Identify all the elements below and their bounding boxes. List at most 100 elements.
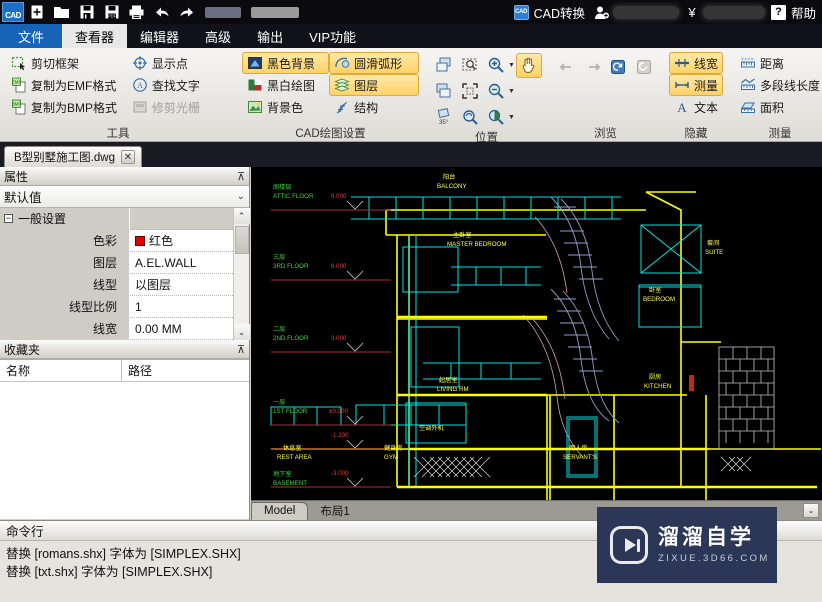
property-row-color[interactable]: 色彩 红色: [0, 229, 233, 252]
help-label[interactable]: 帮助: [791, 3, 816, 22]
scrollbar-thumb[interactable]: [235, 226, 249, 254]
document-tab[interactable]: B型别墅施工图.dwg ✕: [4, 146, 142, 167]
property-value-layer[interactable]: A.EL.WALL: [130, 255, 233, 270]
tab-advanced[interactable]: 高级: [192, 24, 244, 48]
help-question-icon[interactable]: ?: [770, 4, 786, 20]
tab-editor[interactable]: 编辑器: [127, 24, 192, 48]
property-value-linetype[interactable]: 以图层: [130, 276, 233, 293]
property-row-ltscale[interactable]: 线型比例 1: [0, 295, 233, 318]
save-pdf-icon[interactable]: PDF: [99, 1, 124, 23]
zoom-in-caret-icon[interactable]: ▼: [508, 62, 515, 69]
cad-convert-label[interactable]: CAD转换: [534, 3, 585, 22]
zoom-dynamic-icon[interactable]: [483, 105, 509, 130]
back-arrow-icon[interactable]: [554, 55, 580, 80]
properties-preset-combo[interactable]: 默认值 ⌄: [0, 186, 249, 208]
properties-scrollbar[interactable]: ⌃ ⌄: [233, 208, 250, 340]
print-icon[interactable]: [124, 1, 149, 23]
polyline-length-button[interactable]: 多段线长度: [735, 74, 822, 96]
zoom-select-icon[interactable]: [457, 53, 483, 78]
favorites-col-name[interactable]: 名称: [0, 360, 122, 381]
zoom-out-icon[interactable]: [483, 79, 509, 104]
zoom-out-caret-icon[interactable]: ▼: [508, 88, 515, 95]
new-file-icon[interactable]: [24, 1, 49, 23]
zoom-previous-icon[interactable]: [431, 79, 457, 104]
show-point-label: 显示点: [151, 56, 188, 71]
property-key-linetype: 线型: [0, 273, 130, 296]
text-toggle-label: 文本: [693, 100, 718, 115]
level-attic-en: ATTIC FLOOR: [273, 193, 314, 200]
polyline-length-label: 多段线长度: [759, 78, 820, 93]
svg-text:35°: 35°: [439, 120, 449, 126]
room-master-bedroom-cn: 主卧室: [453, 231, 472, 239]
crop-frame-button[interactable]: 剪切框架: [6, 52, 127, 74]
cad-section-drawing: 阁楼层 ATTIC FLOOR 9.000 三层 3RD FLOOR 6.000…: [251, 167, 822, 500]
property-value-ltscale[interactable]: 1: [130, 299, 233, 314]
zoom-extents-icon[interactable]: [457, 79, 483, 104]
level-3rd-elev: 6.000: [331, 263, 347, 270]
document-tab-bar: B型别墅施工图.dwg ✕: [0, 142, 822, 167]
measure-toggle-button[interactable]: 测量: [668, 74, 723, 96]
undo-icon[interactable]: [149, 1, 174, 23]
zoom-in-icon[interactable]: [483, 53, 509, 78]
tab-output[interactable]: 输出: [244, 24, 296, 48]
property-row-linetype[interactable]: 线型 以图层: [0, 273, 233, 296]
open-folder-icon[interactable]: [49, 1, 74, 23]
tab-vip[interactable]: VIP功能: [296, 24, 369, 48]
pan-hand-icon[interactable]: [515, 52, 542, 78]
area-button[interactable]: 面积: [735, 96, 822, 118]
forward-arrow-icon[interactable]: [580, 55, 606, 80]
text-toggle-button[interactable]: A 文本: [669, 96, 723, 118]
zoom-dynamic-caret-icon[interactable]: ▼: [508, 114, 515, 121]
bw-drawing-button[interactable]: 黑白绘图: [242, 74, 329, 96]
property-value-lineweight[interactable]: 0.00 MM: [130, 321, 233, 336]
smooth-arc-button[interactable]: 圆滑弧形: [329, 52, 419, 74]
chevron-down-icon[interactable]: ⌄: [237, 191, 245, 202]
user-add-icon[interactable]: [594, 5, 609, 20]
tab-file[interactable]: 文件: [0, 24, 63, 48]
scroll-up-icon[interactable]: ⌃: [233, 208, 250, 224]
tab-model[interactable]: Model: [251, 501, 309, 520]
structure-button[interactable]: 结构: [329, 96, 419, 118]
layers-button[interactable]: 图层: [329, 74, 419, 96]
rotate-35-icon[interactable]: 35°: [431, 105, 457, 130]
property-key-ltscale: 线型比例: [0, 295, 130, 318]
background-color-button[interactable]: 背景色: [242, 96, 329, 118]
restore-view-icon[interactable]: [631, 55, 657, 80]
copy-bmp-button[interactable]: BMP 复制为BMP格式: [6, 96, 127, 118]
close-icon[interactable]: ✕: [120, 150, 135, 164]
copy-emf-icon: EMF: [11, 77, 27, 93]
property-group-row[interactable]: − 一般设置: [0, 208, 233, 230]
refresh-view-icon[interactable]: [605, 55, 631, 80]
property-row-lineweight[interactable]: 线宽 0.00 MM: [0, 317, 233, 340]
smooth-arc-icon: [334, 55, 350, 71]
show-point-button[interactable]: 显示点: [127, 52, 230, 74]
redo-icon[interactable]: [174, 1, 199, 23]
find-text-icon: A: [132, 77, 148, 93]
property-row-layer[interactable]: 图层 A.EL.WALL: [0, 251, 233, 274]
svg-text:BMP: BMP: [12, 102, 22, 107]
black-background-button[interactable]: 黑色背景: [242, 52, 330, 74]
trim-raster-button[interactable]: 修剪光栅: [127, 96, 230, 118]
tab-layout1[interactable]: 布局1: [308, 502, 361, 520]
tab-viewer[interactable]: 查看器: [62, 24, 128, 48]
distance-button[interactable]: 距离: [735, 52, 822, 74]
favorites-col-path[interactable]: 路径: [122, 360, 152, 381]
favorites-table[interactable]: 名称 路径: [0, 359, 249, 519]
drawing-canvas[interactable]: 阁楼层 ATTIC FLOOR 9.000 三层 3RD FLOOR 6.000…: [251, 167, 822, 500]
zoom-window-icon[interactable]: [431, 53, 457, 78]
room-bedroom-cn: 卧室: [649, 286, 661, 294]
save-icon[interactable]: [74, 1, 99, 23]
collapse-icon[interactable]: −: [4, 214, 13, 223]
currency-yen-icon[interactable]: ¥: [685, 5, 699, 20]
scroll-down-icon[interactable]: ⌄: [233, 324, 250, 340]
property-value-color[interactable]: 红色: [130, 232, 233, 249]
layout-scroll-down-icon[interactable]: ⌄: [803, 503, 819, 518]
zoom-realtime-icon[interactable]: [457, 105, 483, 130]
pin-icon[interactable]: ⊼: [237, 343, 245, 356]
cad-convert-icon[interactable]: CAD: [513, 4, 529, 20]
level-attic-elev: 9.000: [331, 193, 347, 200]
copy-emf-button[interactable]: EMF 复制为EMF格式: [6, 74, 127, 96]
line-width-button[interactable]: 线宽: [668, 52, 723, 74]
find-text-button[interactable]: A 查找文字: [127, 74, 230, 96]
pin-icon[interactable]: ⊼: [237, 170, 245, 183]
